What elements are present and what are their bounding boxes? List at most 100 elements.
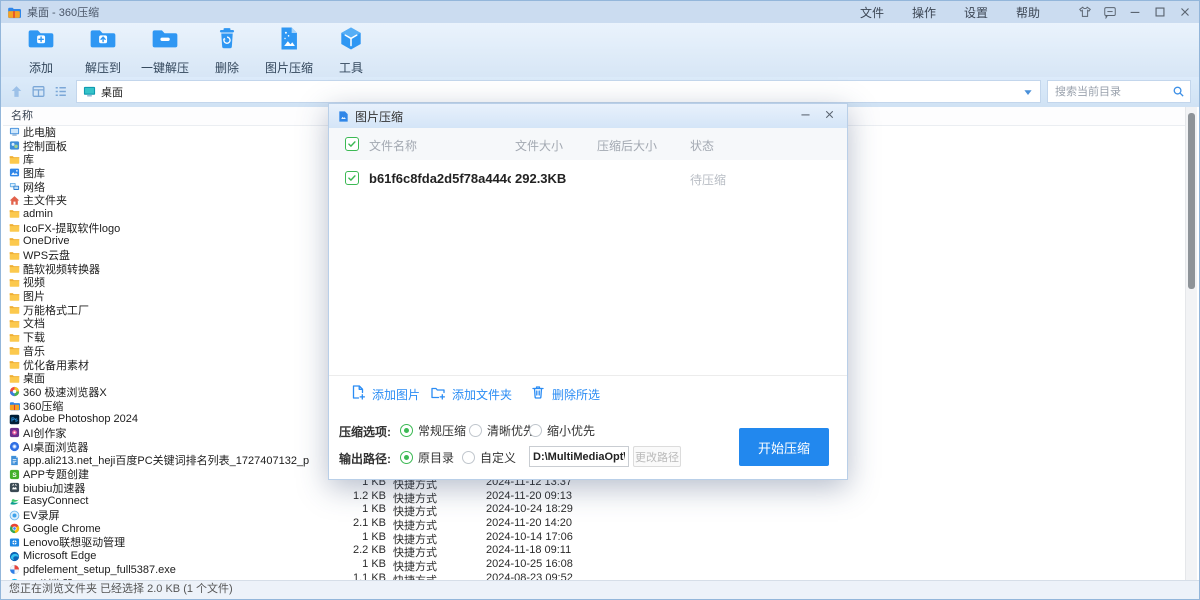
- search-input[interactable]: [1053, 85, 1172, 99]
- window-controls: [1068, 4, 1193, 21]
- skin-icon[interactable]: [1076, 4, 1093, 21]
- close-icon[interactable]: [1176, 4, 1193, 21]
- file-list-item[interactable]: 酷软视频转换器: [3, 262, 333, 276]
- browser-360-icon: [9, 386, 20, 397]
- output-path-input[interactable]: [529, 446, 629, 467]
- file-name: 360压缩: [23, 398, 63, 414]
- file-list-item[interactable]: 图库: [3, 166, 333, 180]
- dialog-title: 图片压缩: [355, 108, 791, 125]
- file-list-item[interactable]: 控制面板: [3, 139, 333, 153]
- toolbar-extract-to-button[interactable]: 解压到: [75, 25, 131, 76]
- change-path-button[interactable]: 更改路径: [633, 446, 681, 467]
- radio-label: 原目录: [418, 449, 454, 466]
- add-image-icon: [350, 384, 366, 405]
- dialog-close-icon[interactable]: [823, 108, 839, 124]
- toolbar-label: 图片压缩: [265, 59, 313, 76]
- search-icon: [1172, 85, 1185, 98]
- row-checkbox[interactable]: [345, 171, 359, 185]
- add-image-button[interactable]: 添加图片: [350, 384, 420, 405]
- file-date: 2024-11-20 09:13: [486, 490, 572, 502]
- maximize-icon[interactable]: [1151, 4, 1168, 21]
- compress-options-label: 压缩选项:: [339, 423, 391, 440]
- folder-icon: [9, 208, 20, 219]
- address-location: 桌面: [101, 84, 1022, 100]
- folder-icon: [9, 332, 20, 343]
- radio-icon[interactable]: [529, 424, 542, 437]
- output-option-0[interactable]: 原目录: [400, 449, 454, 466]
- toolbar-image-compress-button[interactable]: 图片压缩: [261, 25, 317, 76]
- menu-item[interactable]: 帮助: [1002, 4, 1054, 21]
- folder-icon: [9, 154, 20, 165]
- file-size: 2.1 KB: [301, 517, 386, 529]
- folder-icon: [9, 345, 20, 356]
- compress-option-1[interactable]: 清晰优先: [469, 422, 535, 439]
- title-bar: 桌面 - 360压缩 文件操作设置帮助: [1, 1, 1199, 23]
- toolbar-add-button[interactable]: 添加: [13, 25, 69, 76]
- output-option-1[interactable]: 自定义: [462, 449, 516, 466]
- address-bar[interactable]: 桌面: [76, 80, 1041, 103]
- add-folder-button[interactable]: 添加文件夹: [430, 384, 512, 405]
- radio-icon[interactable]: [400, 451, 413, 464]
- gallery-icon: [9, 167, 20, 178]
- image-compress-dialog: 图片压缩 文件名称 文件大小 压缩后大小 状态 b61f6c8fda2d5f78…: [328, 103, 848, 480]
- file-size: 1 KB: [301, 531, 386, 543]
- file-list-item[interactable]: 库: [3, 152, 333, 166]
- file-list-item[interactable]: 360压缩: [3, 399, 333, 413]
- file-list-item[interactable]: 优化备用素材: [3, 358, 333, 372]
- row-file-name: b61f6c8fda2d5f78a444cc...: [369, 171, 511, 186]
- compress-option-0[interactable]: 常规压缩: [400, 422, 466, 439]
- file-list-item[interactable]: 视频: [3, 276, 333, 290]
- radio-icon[interactable]: [400, 424, 413, 437]
- radio-label: 自定义: [480, 449, 516, 466]
- file-list-item[interactable]: 主文件夹: [3, 193, 333, 207]
- file-size: 1 KB: [301, 558, 386, 570]
- folder-icon: [9, 291, 20, 302]
- file-date: 2024-10-25 16:08: [486, 558, 573, 570]
- toolbar-one-key-extract-button[interactable]: 一键解压: [137, 25, 193, 76]
- list-view-icon[interactable]: [53, 84, 68, 99]
- toolbar-label: 删除: [215, 59, 239, 76]
- minimize-icon[interactable]: [1126, 4, 1143, 21]
- column-header-name[interactable]: 名称: [11, 110, 33, 122]
- menu-item[interactable]: 设置: [950, 4, 1002, 21]
- address-dropdown-icon[interactable]: [1022, 86, 1034, 98]
- up-icon[interactable]: [9, 84, 24, 99]
- select-all-checkbox[interactable]: [345, 137, 359, 151]
- app-icon: [7, 5, 21, 19]
- file-list-item[interactable]: 万能格式工厂: [3, 303, 333, 317]
- one-key-extract-icon: [150, 25, 180, 57]
- folder-icon: [9, 222, 20, 233]
- grid-view-icon[interactable]: [31, 84, 46, 99]
- file-list-item[interactable]: 下载: [3, 330, 333, 344]
- file-list-item[interactable]: 文档: [3, 317, 333, 331]
- doc-file-icon: [9, 455, 20, 466]
- search-box[interactable]: [1047, 80, 1191, 103]
- toolbar-delete-button[interactable]: 删除: [199, 25, 255, 76]
- start-compress-button[interactable]: 开始压缩: [739, 428, 829, 466]
- feedback-icon[interactable]: [1101, 4, 1118, 21]
- scrollbar-thumb[interactable]: [1188, 113, 1195, 289]
- toolbar-label: 工具: [339, 59, 363, 76]
- compress-option-2[interactable]: 缩小优先: [529, 422, 595, 439]
- app-window: 桌面 - 360压缩 文件操作设置帮助 添加解压到一键解压删除图片压缩工具 桌面…: [0, 0, 1200, 600]
- file-name: Adobe Photoshop 2024: [23, 413, 138, 425]
- ai-browser-icon: [9, 441, 20, 452]
- extract-to-icon: [88, 25, 118, 57]
- radio-icon[interactable]: [462, 451, 475, 464]
- file-date: 2024-10-24 18:29: [486, 503, 573, 515]
- menu-item[interactable]: 文件: [846, 4, 898, 21]
- scrollbar[interactable]: [1185, 107, 1197, 581]
- radio-icon[interactable]: [469, 424, 482, 437]
- delete-selected-button[interactable]: 删除所选: [530, 384, 600, 405]
- file-list-item[interactable]: IcoFX-提取软件logo: [3, 221, 333, 235]
- status-text: 您正在浏览文件夹 已经选择 2.0 KB (1 个文件): [9, 583, 233, 595]
- file-name: admin: [23, 208, 53, 220]
- column-compressed-size: 压缩后大小: [597, 137, 657, 154]
- toolbar-tools-button[interactable]: 工具: [323, 25, 379, 76]
- dialog-minimize-icon[interactable]: [799, 108, 815, 124]
- status-bar: 您正在浏览文件夹 已经选择 2.0 KB (1 个文件): [1, 580, 1199, 599]
- add-archive-icon: [26, 25, 56, 57]
- delete-selected-icon: [530, 384, 546, 405]
- menu-item[interactable]: 操作: [898, 4, 950, 21]
- dialog-file-row[interactable]: b61f6c8fda2d5f78a444cc... 292.3KB 待压缩: [329, 160, 847, 196]
